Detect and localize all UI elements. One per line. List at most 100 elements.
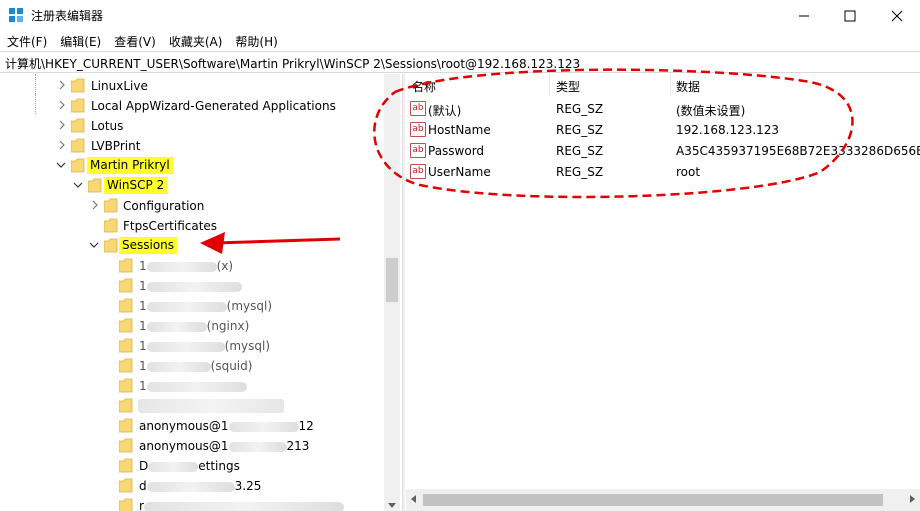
tree-item-local-appwizard[interactable]: Local AppWizard-Generated Applications	[0, 96, 384, 116]
list-horizontal-scrollbar[interactable]	[406, 489, 920, 511]
tree-item-session[interactable]: 1 (x)	[0, 256, 384, 276]
tree-item-label: Martin Prikryl	[87, 157, 173, 174]
string-value-icon: ab	[410, 164, 426, 179]
tree-item-session[interactable]: 1	[0, 276, 384, 296]
window-title: 注册表编辑器	[31, 9, 104, 23]
chevron-right-icon[interactable]	[57, 139, 67, 151]
folder-icon	[119, 258, 133, 273]
chevron-right-icon[interactable]	[57, 99, 67, 111]
tree-item-configuration[interactable]: Configuration	[0, 196, 384, 216]
folder-icon	[119, 338, 133, 353]
tree-item-session[interactable]: anonymous@1 213	[0, 436, 384, 456]
tree-item-ftpscertificates[interactable]: FtpsCertificates	[0, 216, 384, 236]
folder-icon	[119, 498, 133, 511]
chevron-right-icon[interactable]	[57, 79, 67, 91]
close-icon	[891, 10, 903, 21]
folder-icon	[119, 378, 133, 393]
value-row-hostname[interactable]: ab HostName REG_SZ 192.168.123.123	[406, 120, 920, 141]
tree-item-label: LVBPrint	[91, 139, 141, 153]
tree-vertical-scrollbar[interactable]	[384, 74, 400, 511]
value-data: A35C435937195E68B72E3333286D656E72	[676, 144, 920, 158]
folder-open-icon	[71, 158, 85, 173]
tree-item-label: 1 (nginx)	[139, 319, 250, 333]
value-data: (数值未设置)	[676, 104, 746, 118]
tree-item-label: 1	[139, 279, 242, 293]
menu-bar: 文件(F) 编辑(E) 查看(V) 收藏夹(A) 帮助(H)	[0, 31, 920, 51]
string-value-icon: ab	[410, 101, 426, 116]
chevron-down-icon[interactable]	[89, 239, 99, 251]
value-data: root	[676, 165, 701, 179]
tree-item-label: anonymous@1 12	[139, 419, 314, 433]
column-header-type[interactable]: 类型	[556, 78, 580, 95]
chevron-down-icon[interactable]	[73, 179, 83, 191]
value-type: REG_SZ	[556, 165, 604, 179]
value-type: REG_SZ	[556, 144, 604, 158]
tree-item-label: WinSCP 2	[104, 177, 168, 194]
tree-item-label: 1 (x)	[139, 259, 234, 273]
tree-item-label: r	[139, 499, 344, 511]
tree-item-session[interactable]	[0, 396, 384, 416]
folder-icon	[71, 78, 85, 93]
folder-icon	[119, 278, 133, 293]
tree-item-session[interactable]: 1 (mysql)	[0, 296, 384, 316]
chevron-right-icon[interactable]	[90, 199, 100, 211]
regedit-app-icon	[9, 8, 24, 23]
value-name: UserName	[428, 165, 491, 179]
value-name: HostName	[428, 123, 491, 137]
column-header-name[interactable]: 名称	[412, 78, 436, 95]
scroll-right-arrow-icon[interactable]	[910, 495, 915, 503]
tree-item-session[interactable]: d 3.25	[0, 476, 384, 496]
tree-item-martin-prikryl[interactable]: Martin Prikryl	[0, 156, 384, 176]
tree-item-sessions[interactable]: Sessions	[0, 236, 384, 256]
menu-edit[interactable]: 编辑(E)	[53, 31, 107, 51]
menu-file[interactable]: 文件(F)	[0, 31, 53, 51]
tree-item-session[interactable]: r	[0, 496, 384, 511]
menu-view[interactable]: 查看(V)	[107, 31, 162, 51]
tree-item-label: Configuration	[123, 199, 205, 213]
tree-item-label: 1 (squid)	[139, 359, 253, 373]
tree-item-session[interactable]: 1 (mysql)	[0, 336, 384, 356]
tree-item-session[interactable]: anonymous@1 12	[0, 416, 384, 436]
folder-icon	[119, 478, 133, 493]
close-button[interactable]	[874, 0, 920, 31]
folder-icon	[119, 318, 133, 333]
tree-item-label: Local AppWizard-Generated Applications	[91, 99, 336, 113]
tree-item-session[interactable]: 1	[0, 376, 384, 396]
value-row-default[interactable]: ab (默认) REG_SZ (数值未设置)	[406, 99, 920, 120]
menu-help[interactable]: 帮助(H)	[228, 31, 283, 51]
folder-icon	[119, 298, 133, 313]
chevron-right-icon[interactable]	[57, 119, 67, 131]
tree-item-label: 1 (mysql)	[139, 299, 272, 313]
value-name: Password	[428, 144, 485, 158]
tree-item-session[interactable]: 1 (squid)	[0, 356, 384, 376]
tree-item-label: Sessions	[119, 237, 178, 254]
tree-item-session[interactable]: 1 (nginx)	[0, 316, 384, 336]
maximize-button[interactable]	[827, 0, 873, 31]
pane-splitter[interactable]	[402, 74, 405, 511]
tree-item-lvbprint[interactable]: LVBPrint	[0, 136, 384, 156]
value-name: (默认)	[428, 104, 462, 118]
values-list-pane: 名称 类型 数据 ab (默认) REG_SZ (数值未设置) ab HostN…	[406, 74, 920, 511]
chevron-down-icon[interactable]	[56, 159, 66, 171]
address-bar[interactable]: 计算机\HKEY_CURRENT_USER\Software\Martin Pr…	[0, 51, 920, 73]
key-tree-pane: LinuxLive Local AppWizard-Generated Appl…	[0, 74, 400, 511]
folder-icon	[119, 418, 133, 433]
scroll-left-arrow-icon[interactable]	[411, 495, 416, 503]
column-header-data[interactable]: 数据	[676, 78, 700, 95]
tree-item-lotus[interactable]: Lotus	[0, 116, 384, 136]
minimize-button[interactable]	[781, 0, 827, 31]
folder-icon	[71, 118, 85, 133]
scrollbar-thumb[interactable]	[386, 258, 398, 302]
folder-icon	[71, 98, 85, 113]
value-row-username[interactable]: ab UserName REG_SZ root	[406, 162, 920, 183]
folder-icon	[119, 458, 133, 473]
scroll-down-arrow-icon[interactable]	[388, 503, 396, 508]
scrollbar-thumb[interactable]	[423, 494, 883, 506]
tree-item-label: 1 (mysql)	[139, 339, 270, 353]
value-row-password[interactable]: ab Password REG_SZ A35C435937195E68B72E3…	[406, 141, 920, 162]
folder-open-icon	[88, 178, 102, 193]
tree-item-winscp2[interactable]: WinSCP 2	[0, 176, 384, 196]
menu-favorites[interactable]: 收藏夹(A)	[162, 31, 229, 51]
tree-item-session[interactable]: Dettings	[0, 456, 384, 476]
tree-item-linuxlive[interactable]: LinuxLive	[0, 76, 384, 96]
